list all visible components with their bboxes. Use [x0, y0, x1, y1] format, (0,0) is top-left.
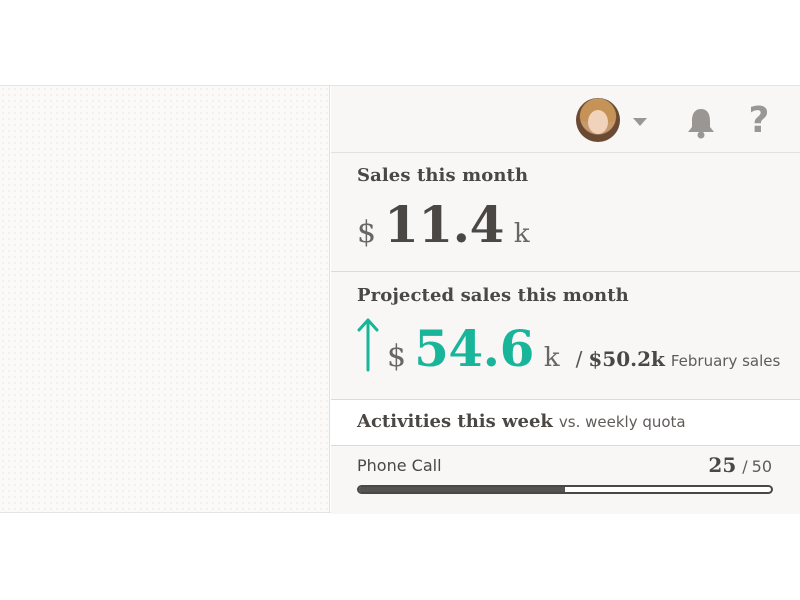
separator: /	[575, 347, 583, 371]
sales-sidebar: ? Sales this month $ 11.4 k Projected sa…	[331, 86, 800, 514]
activity-count: 25 / 50	[708, 453, 772, 477]
february-sales-amount: $50.2k	[588, 347, 665, 371]
sales-amount: 11.4	[384, 195, 504, 254]
activity-label: Phone Call	[357, 456, 442, 475]
activity-progress-bar	[357, 485, 773, 494]
top-bar: ?	[331, 86, 800, 153]
dashboard: ? Sales this month $ 11.4 k Projected sa…	[0, 85, 800, 514]
february-sales-label: February sales	[670, 352, 781, 370]
currency-symbol: $	[387, 339, 407, 374]
currency-symbol: $	[357, 215, 377, 250]
card-title: Sales this month	[357, 165, 529, 186]
sales-this-month-card: Sales this month $ 11.4 k	[331, 153, 800, 272]
sales-value: $ 11.4 k	[357, 195, 530, 254]
activity-done: 25	[708, 453, 737, 477]
caret-down-icon[interactable]	[633, 118, 647, 126]
activities-title: Activities this week	[357, 411, 553, 432]
activities-subtitle: vs. weekly quota	[558, 413, 686, 431]
unit-label: k	[543, 343, 560, 373]
activity-progress-fill	[359, 487, 565, 492]
activity-row-phone-call[interactable]: Phone Call 25 / 50	[331, 446, 800, 514]
bell-icon[interactable]	[684, 106, 718, 140]
user-avatar[interactable]	[576, 98, 620, 142]
projected-sales-card: Projected sales this month $ 54.6 k / $5…	[331, 272, 800, 400]
question-mark-icon[interactable]: ?	[744, 102, 774, 140]
projected-value: $ 54.6 k / $50.2k February sales	[357, 312, 780, 378]
unit-label: k	[513, 219, 530, 249]
card-title: Projected sales this month	[357, 285, 629, 306]
activity-quota: 50	[751, 457, 772, 476]
up-arrow-icon	[357, 318, 379, 372]
left-panel	[0, 86, 330, 512]
projected-amount: 54.6	[414, 319, 534, 378]
activity-separator: /	[742, 457, 748, 476]
activities-header: Activities this week vs. weekly quota	[331, 400, 800, 446]
